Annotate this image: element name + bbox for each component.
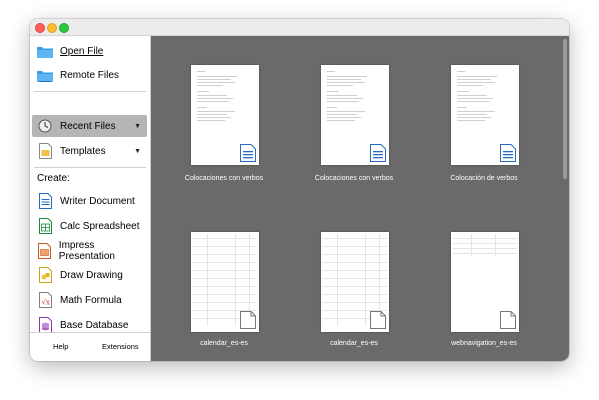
help-button[interactable]: Help — [53, 342, 68, 351]
remote-folder-icon — [36, 66, 54, 84]
document-name: webnavigation_es-es — [451, 340, 517, 347]
math-label: Math Formula — [60, 294, 122, 306]
document-preview — [191, 232, 259, 332]
writer-icon — [36, 192, 54, 210]
create-heading: Create: — [37, 173, 70, 184]
create-writer-button[interactable]: Writer Document — [32, 190, 147, 212]
minimize-window-button[interactable] — [47, 23, 57, 33]
template-icon — [36, 142, 54, 160]
draw-icon — [36, 266, 54, 284]
remote-files-label: Remote Files — [60, 69, 119, 81]
remote-files-button[interactable]: Remote Files — [32, 64, 147, 86]
folder-icon — [36, 42, 54, 60]
calc-label: Calc Spreadsheet — [60, 220, 140, 232]
document-name: Colocaciones con verbos — [314, 175, 394, 182]
zoom-window-button[interactable] — [59, 23, 69, 33]
divider — [34, 91, 146, 92]
templates-label: Templates — [60, 145, 106, 157]
vertical-scrollbar[interactable] — [563, 39, 567, 179]
close-window-button[interactable] — [35, 23, 45, 33]
recent-document-thumbnail[interactable]: calendar_es-es — [164, 232, 284, 361]
open-file-button[interactable]: Open File — [32, 40, 147, 62]
document-preview — [451, 232, 519, 332]
document-icon — [370, 311, 386, 329]
open-file-label: Open File — [60, 45, 104, 57]
document-name: calendar_es-es — [330, 340, 378, 347]
chevron-down-icon[interactable]: ▼ — [134, 148, 141, 155]
document-preview — [191, 65, 259, 165]
impress-label: Impress Presentation — [58, 240, 115, 262]
create-impress-button[interactable]: Impress Presentation — [32, 240, 147, 262]
math-icon: √x — [36, 291, 54, 309]
recent-document-thumbnail[interactable]: Colocaciones con verbos — [294, 53, 414, 188]
recent-document-thumbnail[interactable]: Colocaciones con verbos — [164, 53, 284, 188]
recent-document-thumbnail[interactable]: calendar_es-es — [294, 232, 414, 361]
recent-files-button[interactable]: Recent Files ▼ — [32, 115, 147, 137]
svg-text:√x: √x — [41, 299, 49, 307]
start-center-window: Open File Remote Files Recent Files ▼ Te… — [30, 19, 569, 361]
document-icon — [500, 311, 516, 329]
writer-icon — [240, 144, 256, 162]
calc-icon — [36, 217, 54, 235]
chevron-down-icon[interactable]: ▼ — [134, 123, 141, 130]
templates-button[interactable]: Templates ▼ — [32, 140, 147, 162]
extensions-button[interactable]: Extensions — [102, 342, 139, 351]
document-preview — [321, 65, 389, 165]
writer-icon — [500, 144, 516, 162]
base-label: Base Database — [60, 319, 129, 331]
sidebar: Open File Remote Files Recent Files ▼ Te… — [30, 36, 151, 361]
draw-label: Draw Drawing — [60, 269, 123, 281]
recent-files-label: Recent Files — [60, 120, 116, 132]
clock-icon — [36, 117, 54, 135]
recent-documents-grid: Colocaciones con verbos Colocaciones con… — [151, 36, 569, 361]
document-icon — [240, 311, 256, 329]
writer-icon — [370, 144, 386, 162]
title-bar — [30, 19, 569, 36]
writer-label: Writer Document — [60, 195, 135, 207]
create-calc-button[interactable]: Calc Spreadsheet — [32, 215, 147, 237]
document-name: calendar_es-es — [200, 340, 248, 347]
create-math-button[interactable]: √x Math Formula — [32, 289, 147, 311]
impress-icon — [36, 242, 53, 260]
sidebar-footer: Help Extensions — [30, 332, 150, 361]
create-draw-button[interactable]: Draw Drawing — [32, 264, 147, 286]
document-name: Colocación de verbos — [450, 175, 518, 182]
recent-document-thumbnail[interactable]: webnavigation_es-es — [424, 232, 544, 361]
recent-document-thumbnail[interactable]: Colocación de verbos — [424, 53, 544, 188]
document-name: Colocaciones con verbos — [184, 175, 264, 182]
document-preview — [321, 232, 389, 332]
document-preview — [451, 65, 519, 165]
divider — [34, 167, 146, 168]
